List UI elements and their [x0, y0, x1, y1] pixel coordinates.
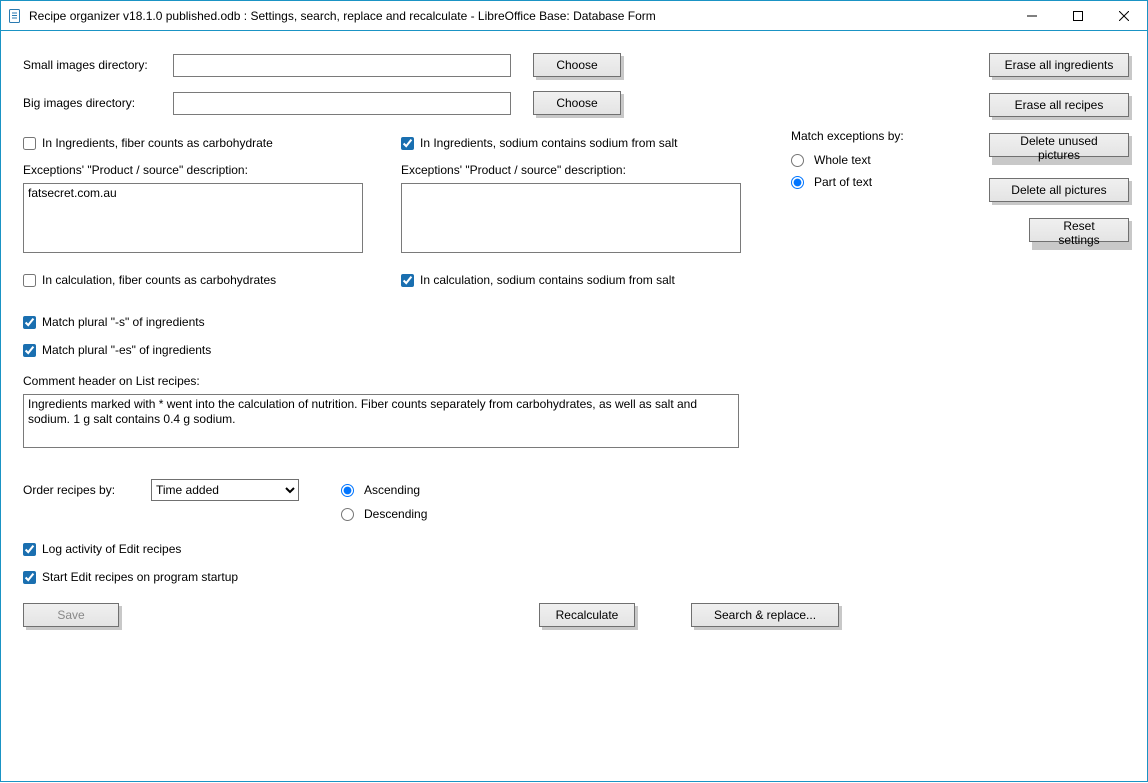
recalculate-button[interactable]: Recalculate — [539, 603, 635, 627]
descending-radio[interactable] — [341, 508, 354, 521]
sodium-salt-checkbox[interactable] — [401, 137, 414, 150]
save-button[interactable]: Save — [23, 603, 119, 627]
exceptions-right-label: Exceptions' "Product / source" descripti… — [401, 163, 749, 177]
match-exceptions-label: Match exceptions by: — [791, 129, 961, 143]
document-icon — [7, 8, 23, 24]
fiber-carb-label: In Ingredients, fiber counts as carbohyd… — [42, 135, 273, 151]
ascending-label: Ascending — [364, 483, 420, 497]
match-es-checkbox[interactable] — [23, 344, 36, 357]
calc-sodium-label: In calculation, sodium contains sodium f… — [420, 272, 675, 288]
small-images-dir-label: Small images directory: — [23, 58, 173, 72]
order-by-select[interactable]: Time added — [151, 479, 299, 501]
sodium-salt-label: In Ingredients, sodium contains sodium f… — [420, 135, 677, 151]
calc-fiber-label: In calculation, fiber counts as carbohyd… — [42, 272, 276, 288]
titlebar: Recipe organizer v18.1.0 published.odb :… — [0, 0, 1148, 30]
whole-text-label: Whole text — [814, 153, 871, 167]
erase-recipes-button[interactable]: Erase all recipes — [989, 93, 1129, 117]
search-replace-button[interactable]: Search & replace... — [691, 603, 839, 627]
part-of-text-label: Part of text — [814, 175, 872, 189]
close-button[interactable] — [1101, 1, 1147, 30]
exceptions-left-list[interactable] — [23, 183, 363, 253]
match-es-label: Match plural "-es" of ingredients — [42, 342, 211, 358]
small-images-dir-input[interactable] — [173, 54, 511, 77]
minimize-button[interactable] — [1009, 1, 1055, 30]
big-images-dir-label: Big images directory: — [23, 96, 173, 110]
match-s-checkbox[interactable] — [23, 316, 36, 329]
start-on-startup-checkbox[interactable] — [23, 571, 36, 584]
delete-unused-pictures-button[interactable]: Delete unused pictures — [989, 133, 1129, 157]
order-by-label: Order recipes by: — [23, 479, 151, 497]
erase-ingredients-button[interactable]: Erase all ingredients — [989, 53, 1129, 77]
match-s-label: Match plural "-s" of ingredients — [42, 314, 205, 330]
reset-settings-button[interactable]: Reset settings — [1029, 218, 1129, 242]
comment-header-label: Comment header on List recipes: — [23, 374, 963, 388]
maximize-button[interactable] — [1055, 1, 1101, 30]
calc-sodium-checkbox[interactable] — [401, 274, 414, 287]
log-activity-label: Log activity of Edit recipes — [42, 541, 181, 557]
exceptions-left-label: Exceptions' "Product / source" descripti… — [23, 163, 371, 177]
descending-label: Descending — [364, 507, 427, 521]
exceptions-right-list[interactable] — [401, 183, 741, 253]
comment-header-textarea[interactable] — [23, 394, 739, 448]
delete-all-pictures-button[interactable]: Delete all pictures — [989, 178, 1129, 202]
ascending-radio[interactable] — [341, 484, 354, 497]
big-images-dir-input[interactable] — [173, 92, 511, 115]
fiber-carb-checkbox[interactable] — [23, 137, 36, 150]
choose-small-dir-button[interactable]: Choose — [533, 53, 621, 77]
choose-big-dir-button[interactable]: Choose — [533, 91, 621, 115]
start-on-startup-label: Start Edit recipes on program startup — [42, 569, 238, 585]
window-title: Recipe organizer v18.1.0 published.odb :… — [29, 9, 1009, 23]
log-activity-checkbox[interactable] — [23, 543, 36, 556]
form-frame: Erase all ingredients Erase all recipes … — [0, 30, 1148, 782]
part-of-text-radio[interactable] — [791, 176, 804, 189]
calc-fiber-checkbox[interactable] — [23, 274, 36, 287]
whole-text-radio[interactable] — [791, 154, 804, 167]
